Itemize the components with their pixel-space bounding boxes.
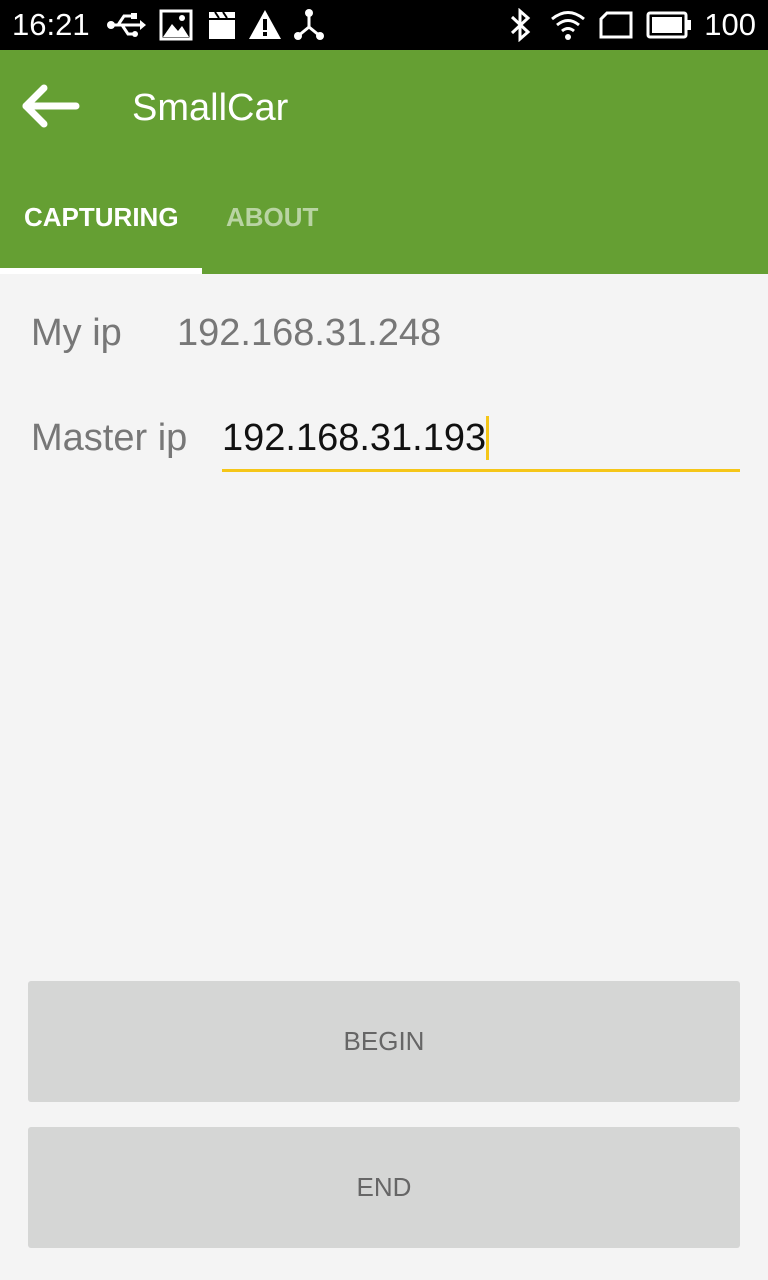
status-time: 16:21 [12, 7, 90, 42]
clapperboard-icon [207, 8, 237, 42]
warning-icon [248, 8, 282, 42]
battery-level: 100 [704, 7, 756, 42]
screen-rotate-icon [598, 8, 634, 42]
back-button[interactable] [14, 78, 86, 134]
tab-about[interactable]: ABOUT [226, 200, 318, 234]
tab-capturing[interactable]: CAPTURING [24, 200, 179, 234]
battery-icon [646, 8, 692, 42]
master-ip-label: Master ip [31, 417, 188, 459]
bluetooth-icon [508, 8, 534, 42]
usb-icon [106, 8, 146, 42]
master-ip-input[interactable]: 192.168.31.193 [222, 410, 740, 472]
text-cursor [486, 416, 490, 460]
wifi-icon [550, 8, 586, 42]
image-icon [159, 8, 193, 42]
my-ip-value: 192.168.31.248 [177, 312, 442, 354]
end-button[interactable]: END [28, 1127, 740, 1248]
master-ip-value: 192.168.31.193 [222, 417, 487, 459]
app-title: SmallCar [132, 87, 289, 129]
status-bar: 16:21 100 [0, 0, 768, 50]
begin-button[interactable]: BEGIN [28, 981, 740, 1102]
arrow-left-icon [22, 84, 80, 128]
share-icon [292, 8, 326, 42]
tab-indicator [0, 268, 202, 274]
my-ip-label: My ip [31, 312, 122, 354]
app-bar: SmallCar CAPTURING ABOUT [0, 50, 768, 274]
